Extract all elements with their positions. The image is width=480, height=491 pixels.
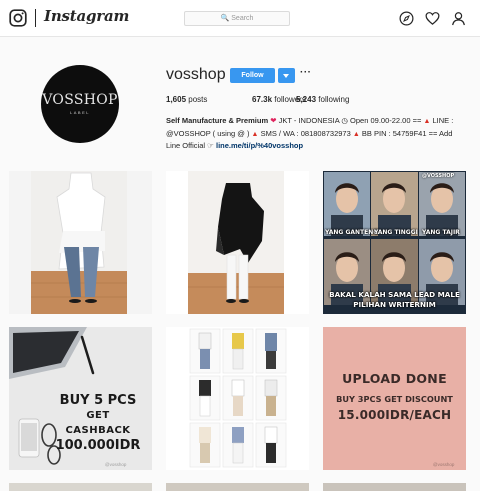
posts-stat: 1,605 posts — [166, 95, 207, 104]
clock-emoji-icon: ◷ — [341, 116, 348, 125]
profile-bio: Self Manufacture & Premium ❤ JKT - INDON… — [166, 115, 470, 152]
followers-count: 67.3k — [252, 95, 273, 104]
post-caption-label: YANG TINGGI — [374, 229, 418, 236]
bio-sms-wa: SMS / WA : 081808732973 — [260, 128, 351, 138]
post-caption-bottom: PILIHAN WRITERNIM — [353, 300, 436, 309]
post-caption-bottom: BAKAL KALAH SAMA LEAD MALE — [329, 290, 460, 299]
post-caption-label: YANG TAJIR — [422, 229, 460, 236]
bio-line-label: LINE : — [432, 116, 454, 125]
red-triangle-emoji-icon: ▲ — [352, 130, 360, 138]
bio-location: JKT - INDONESIA — [278, 116, 340, 125]
post-tile[interactable] — [166, 483, 309, 491]
red-triangle-emoji-icon: ▲ — [251, 130, 259, 138]
profile-username: vosshop — [166, 66, 226, 83]
post-caption-label: YANG GANTENG — [325, 229, 379, 236]
profile-avatar[interactable]: VOSSHOP LABEL — [41, 65, 119, 143]
post-tile[interactable]: @VOSSHOP YANG GANTENG YANG TINGGI YANG T… — [323, 171, 466, 314]
following-label: following — [318, 95, 350, 104]
heart-icon[interactable] — [425, 11, 440, 26]
bio-website-link[interactable]: line.me/ti/p/%40vosshop — [216, 141, 303, 150]
bio-open-hours: Open 09.00-22.00 == — [350, 116, 422, 125]
search-icon: 🔍 — [220, 15, 230, 22]
nav-divider — [35, 9, 36, 27]
promo-price: 15.000IDR/EACH — [337, 408, 452, 422]
post-tile[interactable] — [9, 483, 152, 491]
instagram-glyph-icon[interactable] — [9, 9, 27, 27]
watermark-text: @vosshop — [105, 462, 127, 467]
post-tile[interactable] — [166, 171, 309, 314]
promo-line: BUY 5 PCS — [59, 393, 137, 408]
bio-line-id: @VOSSHOP ( using @ ) — [166, 128, 250, 138]
post-photo-white-top — [9, 171, 152, 314]
more-options-button[interactable]: ··· — [300, 67, 312, 78]
post-photo-black-top — [166, 171, 309, 314]
profile-full-name: Self Manufacture & Premium — [166, 116, 269, 125]
bio-bb-pin: BB PIN : 54759F41 == Add — [361, 128, 453, 138]
post-tile[interactable] — [323, 483, 466, 491]
promo-subline: BUY 3PCS GET DISCOUNT — [336, 394, 453, 404]
avatar-sub-text: LABEL — [70, 110, 90, 115]
post-tile[interactable]: UPLOAD DONE BUY 3PCS GET DISCOUNT 15.000… — [323, 327, 466, 470]
promo-line: 100.000IDR — [55, 438, 141, 453]
watermark-text: @vosshop — [433, 462, 455, 467]
post-photo-outfit-grid — [166, 327, 309, 470]
promo-text-block: BUY 5 PCS GET CASHBACK 100.000IDR — [53, 393, 143, 453]
person-icon[interactable] — [451, 11, 466, 26]
following-stat[interactable]: 5,243 following — [296, 95, 349, 104]
avatar-brand-text: VOSSHOP — [42, 92, 118, 108]
bio-line-official: Line Official — [166, 141, 206, 150]
top-navigation-bar: Instagram 🔍 Search — [0, 0, 480, 37]
promo-line: GET CASHBACK — [65, 410, 131, 436]
post-tag-text: @VOSSHOP — [422, 173, 455, 179]
post-tile[interactable] — [9, 171, 152, 314]
red-triangle-emoji-icon: ▲ — [423, 118, 431, 125]
follow-button[interactable]: Follow — [230, 68, 275, 83]
instagram-wordmark[interactable]: Instagram — [44, 7, 129, 25]
compass-icon[interactable] — [399, 11, 414, 26]
chevron-down-icon — [283, 74, 289, 78]
red-heart-emoji-icon: ❤ — [270, 116, 277, 125]
search-placeholder: Search — [231, 15, 254, 22]
following-count: 5,243 — [296, 95, 317, 104]
search-input[interactable]: 🔍 Search — [184, 11, 290, 26]
post-tile[interactable]: BUY 5 PCS GET CASHBACK 100.000IDR @vossh… — [9, 327, 152, 470]
post-tile[interactable] — [166, 327, 309, 470]
promo-headline: UPLOAD DONE — [342, 371, 447, 386]
posts-label: posts — [188, 95, 208, 104]
point-down-emoji-icon: ☞ — [207, 141, 214, 150]
posts-count: 1,605 — [166, 95, 187, 104]
suggested-accounts-button[interactable] — [278, 68, 295, 83]
